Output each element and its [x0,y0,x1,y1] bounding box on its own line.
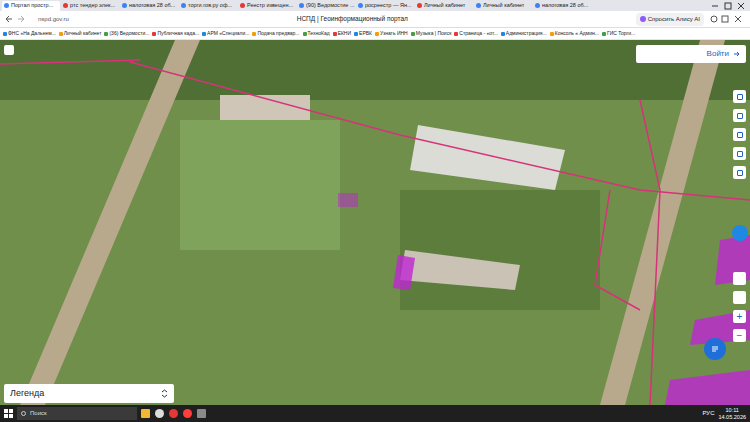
favicon-icon [358,3,363,8]
browser-tab[interactable]: (90) Ведомостие ... [297,1,355,11]
login-icon [733,50,741,58]
bookmark[interactable]: Консоль « Админ... [550,31,599,36]
browser-tab[interactable]: торги.гов.ру оф... [179,1,237,11]
alice-icon [640,16,646,22]
address-bar: nspd.gov.ru НСПД | Геоинформационный порт… [0,11,750,28]
bookmark[interactable]: Узнать ИНН [375,31,408,36]
chevron-updown-icon [161,389,168,398]
search-icon [21,411,27,417]
bookmark[interactable]: Публичная када... [152,31,199,36]
nav-icon[interactable] [4,15,32,23]
chat-button[interactable] [704,338,726,360]
tool-icon[interactable] [733,128,746,141]
tool-icon[interactable] [733,166,746,179]
locate-icon[interactable] [733,272,746,285]
zoom-in-button[interactable]: + [733,310,746,323]
keyboard-language[interactable]: РУС [702,409,714,418]
browser-tab[interactable]: налоговая 28 об... [120,1,178,11]
browser-tab[interactable]: Реестр извещен... [238,1,296,11]
favicon-icon [299,3,304,8]
browser-tab[interactable]: налоговая 28 об... [533,1,591,11]
favicon-icon [535,3,540,8]
taskbar-search[interactable]: Поиск [17,407,137,420]
bookmark-icon [252,32,256,36]
browser-tab[interactable]: Личный кабинет [474,1,532,11]
bookmark-icon [550,32,554,36]
favicon-icon [63,3,68,8]
zoom-out-button[interactable]: − [733,329,746,342]
favicon-icon [240,3,245,8]
app-icon[interactable] [197,409,206,418]
bookmark[interactable]: Музыка | Поиск [411,31,452,36]
print-icon[interactable] [733,291,746,304]
favicon-icon [181,3,186,8]
bookmark-icon [333,32,337,36]
favicon-icon [4,3,9,8]
toolbar-icons[interactable] [710,15,746,23]
favicon-icon [476,3,481,8]
chat-icon [710,344,720,354]
favicon-icon [122,3,127,8]
bookmark-icon [411,32,415,36]
browser-tab[interactable]: Портал простр... [2,1,60,11]
tab-bar: Портал простр...ртс тендер элек...налого… [0,0,750,11]
map[interactable]: Войти+−Легенда [0,40,750,405]
screen: Портал простр...ртс тендер элек...налого… [0,0,750,422]
bookmark[interactable]: Администрация... [501,31,547,36]
bookmark-icon [354,32,358,36]
login-button[interactable]: Войти [636,45,746,63]
bookmarks-bar: ФНС «На Дальнем...Личный кабинет(36) Вед… [0,28,750,40]
bookmark[interactable]: Подача предвар... [252,31,299,36]
browser-tab[interactable]: Личный кабинет [415,1,473,11]
bookmark-icon [59,32,63,36]
window-controls-icon[interactable] [708,2,748,10]
tool-icon[interactable] [733,109,746,122]
app-icon[interactable] [183,409,192,418]
bookmark-icon [454,32,458,36]
bookmark-icon [602,32,606,36]
app-icon[interactable] [169,409,178,418]
alice-button[interactable]: Спросить Алису AI [636,13,704,26]
browser-tab[interactable]: ртс тендер элек... [61,1,119,11]
bookmark-icon [202,32,206,36]
legend-dropdown[interactable]: Легенда [4,384,174,404]
tool-icon[interactable] [733,147,746,160]
windows-start-icon[interactable] [4,409,13,418]
taskbar: Поиск РУС 10:1114.05.2026 [0,405,750,422]
bookmark[interactable]: Страница - «от... [454,31,497,36]
bookmark[interactable]: ФНС «На Дальнем... [3,31,56,36]
bookmark[interactable]: Личный кабинет [59,31,102,36]
bookmark[interactable]: (36) Ведомости... [104,31,149,36]
bookmark[interactable]: ЕРВК [354,31,372,36]
bookmark[interactable]: ГИС Торги... [602,31,635,36]
page-title: НСПД | Геоинформационный портал [297,14,408,24]
bookmark-icon [501,32,505,36]
bookmark[interactable]: ЕКНИ [333,31,351,36]
bookmark-icon [104,32,108,36]
bookmark-icon [3,32,7,36]
bookmark-icon [152,32,156,36]
bookmark[interactable]: ТехноКад [303,31,330,36]
app-icon[interactable] [141,409,150,418]
clock[interactable]: 10:1114.05.2026 [718,407,746,419]
bookmark[interactable]: АРМ «Специали... [202,31,249,36]
app-icon[interactable] [155,409,164,418]
assistant-icon[interactable] [732,225,748,241]
satellite-map-icon [0,40,750,405]
bookmark-icon [375,32,379,36]
favicon-icon [417,3,422,8]
browser-tab[interactable]: росреестр — Ян... [356,1,414,11]
side-toolbar [733,90,746,179]
tool-icon[interactable] [733,90,746,103]
map-controls: +− [733,272,746,342]
layers-icon[interactable] [4,45,14,55]
url[interactable]: nspd.gov.ru [38,15,69,24]
bookmark-icon [303,32,307,36]
